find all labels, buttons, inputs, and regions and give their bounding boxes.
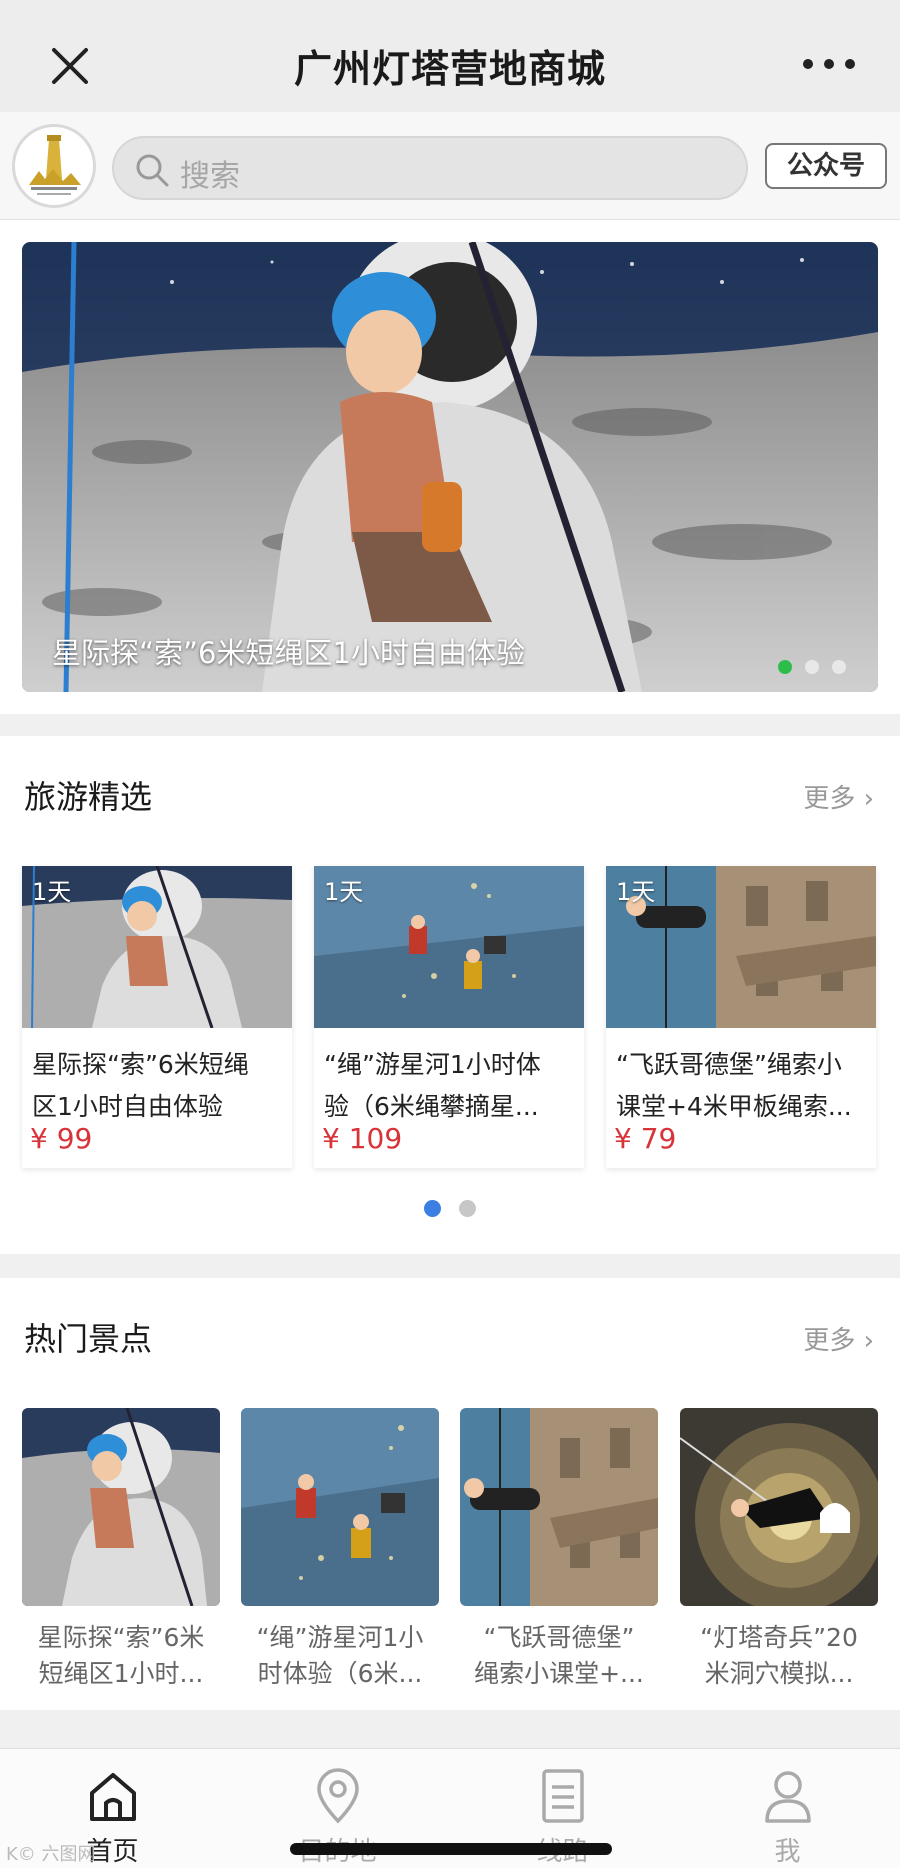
person-icon bbox=[765, 1771, 811, 1823]
title-bar: 广州灯塔营地商城 bbox=[0, 0, 900, 112]
tour-name: “飞跃哥德堡”绳索小 课堂+4米甲板绳索... bbox=[616, 1044, 868, 1128]
duration-badge: 1天 bbox=[616, 878, 656, 906]
location-pin-icon bbox=[317, 1768, 359, 1824]
spot-name-line: 米洞穴模拟... bbox=[704, 1659, 854, 1688]
tour-name: “绳”游星河1小时体 验（6米绳攀摘星... bbox=[324, 1044, 576, 1128]
watermark: K© 六图网 bbox=[6, 1844, 96, 1865]
chevron-right-icon: › bbox=[863, 784, 874, 814]
spots-more-link[interactable]: 更多 › bbox=[803, 1320, 874, 1357]
tour-name-line: “绳”游星河1小时体 bbox=[324, 1050, 541, 1079]
spot-name-line: “灯塔奇兵”20 bbox=[700, 1623, 858, 1652]
duration-badge: 1天 bbox=[324, 878, 364, 906]
spot-image bbox=[460, 1408, 658, 1606]
more-label: 更多 bbox=[803, 1326, 856, 1356]
banner-dot[interactable] bbox=[832, 660, 846, 674]
spot-image bbox=[241, 1408, 439, 1606]
tour-card[interactable]: 1天 “绳”游星河1小时体 验（6米绳攀摘星... ¥ 109 bbox=[314, 866, 584, 1168]
spot-name-line: “绳”游星河1小 bbox=[256, 1623, 424, 1652]
hot-spots-section: 热门景点 更多 › 星际探“索”6米 短绳区1小时... “绳”游星河1小 时体… bbox=[0, 1278, 900, 1710]
section-heading: 热门景点 bbox=[24, 1320, 153, 1358]
search-placeholder: 搜索 bbox=[180, 159, 240, 194]
spot-card[interactable]: “绳”游星河1小 时体验（6米... bbox=[241, 1408, 439, 1692]
tour-card[interactable]: 1天 “飞跃哥德堡”绳索小 课堂+4米甲板绳索... ¥ 79 bbox=[606, 866, 876, 1168]
tours-section: 旅游精选 更多 › 1天 星际探“索”6米短绳 区1小时自由体验 ¥ 99 1天… bbox=[0, 736, 900, 1254]
tours-more-link[interactable]: 更多 › bbox=[803, 778, 874, 815]
tab-me[interactable]: 我 bbox=[675, 1749, 900, 1868]
tour-name-line: “飞跃哥德堡”绳索小 bbox=[616, 1050, 842, 1079]
banner-dot[interactable] bbox=[778, 660, 792, 674]
tour-name: 星际探“索”6米短绳 区1小时自由体验 bbox=[32, 1044, 284, 1128]
banner-dots bbox=[778, 660, 846, 674]
pager-dot[interactable] bbox=[459, 1200, 476, 1217]
pager-dot[interactable] bbox=[424, 1200, 441, 1217]
spot-name-line: 绳索小课堂+... bbox=[474, 1659, 644, 1688]
spot-name-line: 星际探“索”6米 bbox=[37, 1623, 205, 1652]
spot-name: “绳”游星河1小 时体验（6米... bbox=[241, 1620, 439, 1692]
spot-image bbox=[22, 1408, 220, 1606]
search-input[interactable]: 搜索 bbox=[112, 136, 748, 200]
tab-label: 我 bbox=[774, 1837, 801, 1867]
spot-card[interactable]: “灯塔奇兵”20 米洞穴模拟... bbox=[680, 1408, 878, 1692]
search-header: 搜索 公众号 bbox=[0, 112, 900, 220]
banner-dot[interactable] bbox=[805, 660, 819, 674]
more-label: 更多 bbox=[803, 784, 856, 814]
tours-pager bbox=[0, 1200, 900, 1217]
camp-logo[interactable] bbox=[12, 124, 96, 208]
banner-caption: 星际探“索”6米短绳区1小时自由体验 bbox=[52, 636, 525, 670]
home-icon bbox=[90, 1773, 136, 1821]
banner-image bbox=[22, 242, 878, 692]
spot-name: “飞跃哥德堡” 绳索小课堂+... bbox=[460, 1620, 658, 1692]
chevron-right-icon: › bbox=[863, 1326, 874, 1356]
section-heading: 旅游精选 bbox=[24, 778, 153, 816]
spot-name: “灯塔奇兵”20 米洞穴模拟... bbox=[680, 1620, 878, 1692]
tour-price: ¥ 109 bbox=[322, 1122, 403, 1155]
spot-image bbox=[680, 1408, 878, 1606]
search-icon bbox=[136, 154, 169, 187]
spot-name-line: “飞跃哥德堡” bbox=[483, 1623, 635, 1652]
spot-name: 星际探“索”6米 短绳区1小时... bbox=[22, 1620, 220, 1692]
more-icon[interactable] bbox=[798, 44, 860, 84]
tour-price: ¥ 79 bbox=[614, 1122, 677, 1155]
banner-section: 星际探“索”6米短绳区1小时自由体验 bbox=[0, 220, 900, 714]
tour-name-line: 星际探“索”6米短绳 bbox=[32, 1050, 249, 1079]
tour-card[interactable]: 1天 星际探“索”6米短绳 区1小时自由体验 ¥ 99 bbox=[22, 866, 292, 1168]
tour-price: ¥ 99 bbox=[30, 1122, 93, 1155]
home-indicator[interactable] bbox=[290, 1843, 612, 1855]
spot-card[interactable]: “飞跃哥德堡” 绳索小课堂+... bbox=[460, 1408, 658, 1692]
spot-name-line: 时体验（6米... bbox=[257, 1659, 423, 1688]
spot-name-line: 短绳区1小时... bbox=[38, 1659, 204, 1688]
document-icon bbox=[542, 1769, 584, 1823]
banner-carousel[interactable]: 星际探“索”6米短绳区1小时自由体验 bbox=[22, 242, 878, 692]
window-title: 广州灯塔营地商城 bbox=[293, 47, 606, 91]
duration-badge: 1天 bbox=[32, 878, 72, 906]
spot-card[interactable]: 星际探“索”6米 短绳区1小时... bbox=[22, 1408, 220, 1692]
official-account-button[interactable]: 公众号 bbox=[765, 143, 887, 189]
